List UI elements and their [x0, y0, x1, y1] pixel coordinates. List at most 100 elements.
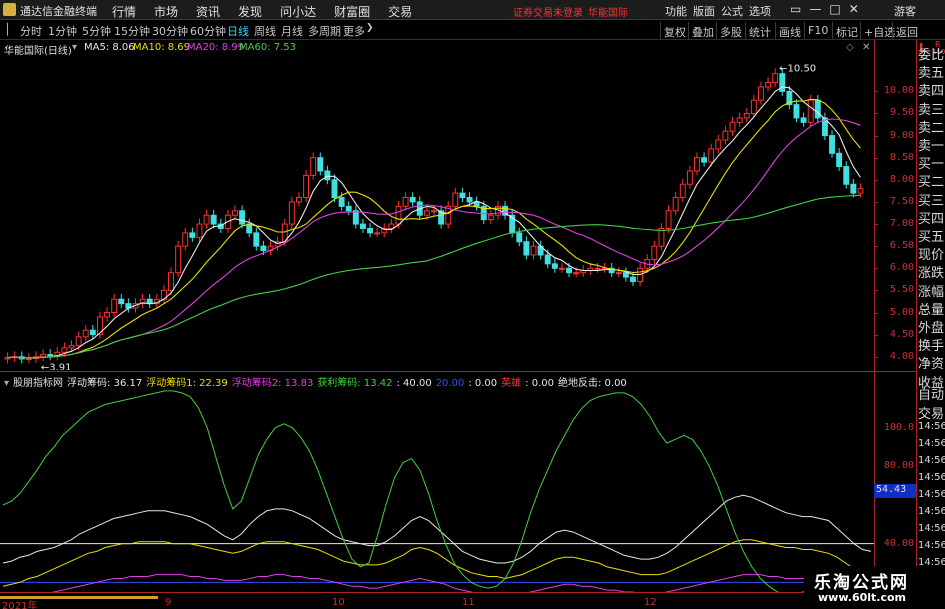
maximize-icon[interactable]: □	[829, 2, 840, 16]
ma20-line	[7, 118, 861, 359]
price-tick: 9.50	[889, 107, 914, 119]
candle	[253, 227, 260, 251]
candle	[615, 267, 622, 278]
candle	[367, 223, 373, 238]
candle	[679, 178, 686, 202]
period-more[interactable]: 更多	[343, 23, 365, 39]
price-tick: 7.00	[889, 218, 914, 230]
tool-f10[interactable]: F10	[804, 22, 831, 39]
close-chart-icon[interactable]: ✕	[862, 42, 870, 53]
candle	[175, 240, 182, 278]
menu-formula[interactable]: 公式	[721, 5, 743, 18]
period-intraday[interactable]: 分时	[20, 23, 42, 39]
menu-item-trade[interactable]: 交易	[388, 5, 412, 19]
guest-label[interactable]: 游客	[894, 3, 916, 19]
menu-item-discover[interactable]: 发现	[238, 5, 262, 19]
candle	[317, 152, 324, 176]
period-tick-icon[interactable]: │	[4, 23, 11, 36]
candle	[189, 227, 196, 242]
menu-item-ask[interactable]: 问小达	[280, 5, 316, 19]
stock-name-link[interactable]: 华能国际	[588, 4, 628, 19]
candle	[729, 117, 736, 136]
tick-mark	[874, 312, 878, 314]
candle	[402, 192, 409, 211]
candle	[160, 285, 167, 304]
indicator-chart[interactable]	[0, 389, 874, 592]
candle	[324, 165, 331, 185]
indicator-tick: 100.0	[883, 421, 914, 433]
period-15min[interactable]: 15分钟	[114, 23, 150, 39]
tool-stats[interactable]: 统计	[745, 22, 774, 39]
menu-item-fortune[interactable]: 财富圈	[334, 5, 370, 19]
candle	[736, 112, 743, 127]
chevron-right-icon[interactable]: ❯	[366, 23, 374, 33]
candle	[310, 152, 317, 180]
price-tick: 9.00	[889, 129, 914, 141]
indicator-item: 英雄	[501, 378, 522, 389]
tool-mark[interactable]: 标记	[832, 22, 861, 39]
indicator-line	[51, 574, 860, 592]
tool-draw[interactable]: 画线	[775, 22, 804, 39]
dropdown-icon[interactable]: ▾	[4, 378, 9, 389]
tick-mark	[874, 135, 878, 137]
menu-item-market[interactable]: 行情	[112, 5, 136, 19]
menu-item-news[interactable]: 资讯	[196, 5, 220, 19]
menu-item-markets[interactable]: 市场	[154, 5, 178, 19]
right-menu: 功能 版面 公式 选项	[665, 3, 771, 19]
xaxis-dec: 12	[644, 597, 657, 608]
period-daily[interactable]: 日线	[227, 23, 249, 39]
candle	[672, 192, 679, 216]
price-tick: 10.00	[883, 85, 914, 97]
candle	[296, 192, 302, 207]
candle	[146, 293, 153, 309]
candle	[701, 152, 708, 167]
tick-mark	[874, 157, 878, 159]
candle	[622, 267, 629, 282]
trade-time: 14:56	[918, 506, 945, 517]
candlestick-chart[interactable]: ←10.50 ←3.91	[0, 56, 874, 370]
candle	[409, 192, 416, 207]
period-1min[interactable]: 1分钟	[48, 23, 77, 39]
tool-overlay[interactable]: 叠加	[688, 22, 717, 39]
trade-time: 14:56	[918, 455, 945, 466]
period-60min[interactable]: 60分钟	[190, 23, 226, 39]
candle	[772, 68, 779, 87]
candle	[82, 324, 89, 342]
period-5min[interactable]: 5分钟	[82, 23, 111, 39]
menu-options[interactable]: 选项	[749, 5, 771, 18]
menu-layout[interactable]: 版面	[693, 5, 715, 18]
login-notice[interactable]: 证券交易未登录	[513, 4, 583, 19]
candle	[374, 227, 381, 238]
skin-icon[interactable]: ▭	[790, 2, 801, 16]
candle	[516, 227, 523, 247]
candle	[558, 262, 565, 273]
tool-adjust[interactable]: 复权	[660, 22, 689, 39]
price-tick: 5.00	[889, 306, 914, 318]
candle	[111, 293, 118, 317]
pin-icon[interactable]: ◇	[846, 42, 854, 53]
main-chart-title: 华能国际(日线)	[4, 46, 72, 57]
period-weekly[interactable]: 周线	[254, 23, 276, 39]
tick-mark	[874, 179, 878, 181]
quote-label: 卖三	[918, 102, 945, 118]
menu-function[interactable]: 功能	[665, 5, 687, 18]
tool-back[interactable]: 返回	[892, 22, 921, 39]
indicator-item: 浮动筹码: 36.17	[67, 378, 143, 389]
quote-label: 涨跌	[918, 266, 945, 282]
tool-multi-stock[interactable]: 多股	[716, 22, 745, 39]
minimize-icon[interactable]: —	[809, 2, 821, 16]
period-multi[interactable]: 多周期	[308, 23, 341, 39]
trade-time: 14:56	[918, 421, 945, 432]
quote-label: 买五	[918, 230, 945, 245]
trade-time: 14:56	[918, 540, 945, 551]
candle	[381, 223, 388, 238]
candle	[580, 265, 587, 278]
period-30min[interactable]: 30分钟	[152, 23, 188, 39]
close-icon[interactable]: ✕	[849, 2, 859, 16]
candle	[153, 293, 160, 309]
dropdown-icon[interactable]: ▾	[72, 42, 77, 53]
period-monthly[interactable]: 月线	[281, 23, 303, 39]
trade-time: 14:56	[918, 523, 945, 534]
indicator-item: : 40.00	[396, 378, 432, 389]
candle	[850, 178, 857, 198]
